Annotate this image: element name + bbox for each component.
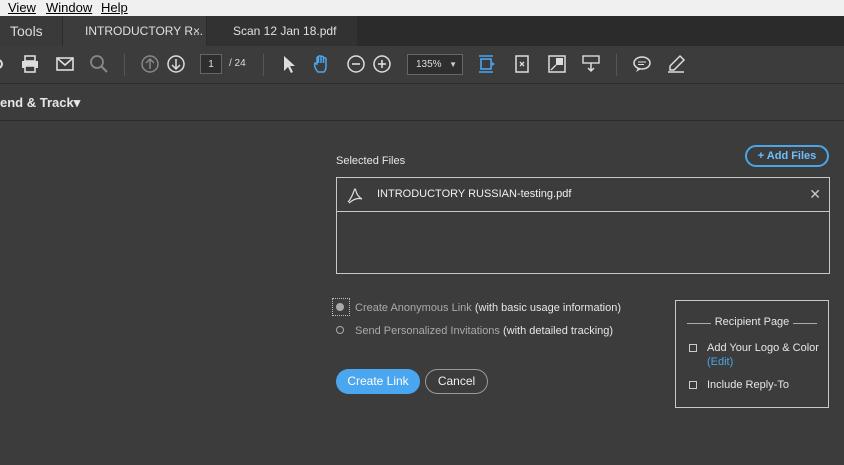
prev-page-icon[interactable]	[140, 54, 160, 74]
option-label: Create Anonymous Link	[355, 302, 472, 314]
page-total: / 24	[229, 58, 246, 69]
print-icon[interactable]	[20, 54, 40, 74]
toolbar-separator	[124, 54, 125, 76]
toolbar-separator	[263, 54, 264, 76]
radio-personalized[interactable]	[336, 326, 344, 334]
chevron-down-icon: ▼	[449, 60, 457, 69]
remove-file-button[interactable]: ✕	[809, 178, 821, 211]
select-cursor-icon[interactable]	[279, 54, 299, 74]
fit-page-icon[interactable]	[477, 54, 497, 74]
tab-title: INTRODUCTORY R...	[85, 24, 204, 38]
email-icon[interactable]	[55, 54, 75, 74]
create-link-button[interactable]: Create Link	[336, 369, 420, 394]
option-label: Send Personalized Invitations	[355, 325, 500, 337]
zoom-out-icon[interactable]	[346, 54, 366, 74]
send-track-dropdown[interactable]: end & Track▾	[0, 95, 80, 111]
radio-anonymous[interactable]	[336, 303, 344, 311]
save-icon[interactable]	[0, 54, 14, 74]
reply-to-label: Include Reply-To	[707, 379, 789, 391]
tab-tools[interactable]: Tools	[0, 16, 62, 46]
pdf-icon	[347, 188, 363, 204]
tab-bar: Tools INTRODUCTORY R... × Scan 12 Jan 18…	[0, 16, 844, 46]
menu-view[interactable]: View	[8, 0, 36, 16]
recipient-page-panel: Recipient Page Add Your Logo & Color (Ed…	[675, 300, 829, 408]
list-item[interactable]: INTRODUCTORY RUSSIAN-testing.pdf ✕	[337, 178, 829, 212]
file-name: INTRODUCTORY RUSSIAN-testing.pdf	[377, 188, 572, 200]
option-hint: (with basic usage information)	[474, 302, 621, 314]
search-icon[interactable]	[89, 54, 109, 74]
toolbar: 1 / 24 135% ▼	[0, 46, 844, 84]
file-list: INTRODUCTORY RUSSIAN-testing.pdf ✕	[336, 177, 830, 274]
selected-files-label: Selected Files	[336, 155, 406, 167]
tab-document-2[interactable]: Scan 12 Jan 18.pdf	[207, 16, 357, 46]
menu-help[interactable]: Help	[101, 0, 128, 16]
highlight-icon[interactable]	[666, 54, 686, 74]
menu-bar: View Window Help	[0, 0, 844, 16]
divider	[793, 323, 817, 324]
add-files-button[interactable]: + Add Files	[745, 145, 829, 167]
recipient-page-title: Recipient Page	[714, 316, 790, 328]
full-screen-icon[interactable]	[547, 54, 567, 74]
option-hint: (with detailed tracking)	[503, 325, 614, 337]
rotate-icon[interactable]	[512, 54, 532, 74]
menu-window[interactable]: Window	[46, 0, 92, 16]
chevron-down-icon: ▾	[73, 95, 81, 110]
hand-tool-icon[interactable]	[312, 54, 332, 74]
edit-link[interactable]: (Edit)	[707, 356, 733, 368]
logo-color-label: Add Your Logo & Color	[707, 342, 819, 354]
page-number-input[interactable]: 1	[200, 54, 222, 74]
zoom-in-icon[interactable]	[372, 54, 392, 74]
toolbar-separator	[616, 54, 617, 76]
logo-color-checkbox[interactable]	[689, 344, 697, 352]
tab-close-button[interactable]: ×	[193, 16, 200, 46]
section-bar: end & Track▾	[0, 84, 844, 121]
tab-document-active[interactable]: INTRODUCTORY R... ×	[63, 16, 206, 46]
next-page-icon[interactable]	[166, 54, 186, 74]
zoom-select[interactable]: 135% ▼	[407, 54, 463, 75]
comment-icon[interactable]	[632, 54, 652, 74]
reply-to-checkbox[interactable]	[689, 381, 697, 389]
cancel-button[interactable]: Cancel	[425, 369, 488, 394]
scroll-mode-icon[interactable]	[581, 54, 601, 74]
